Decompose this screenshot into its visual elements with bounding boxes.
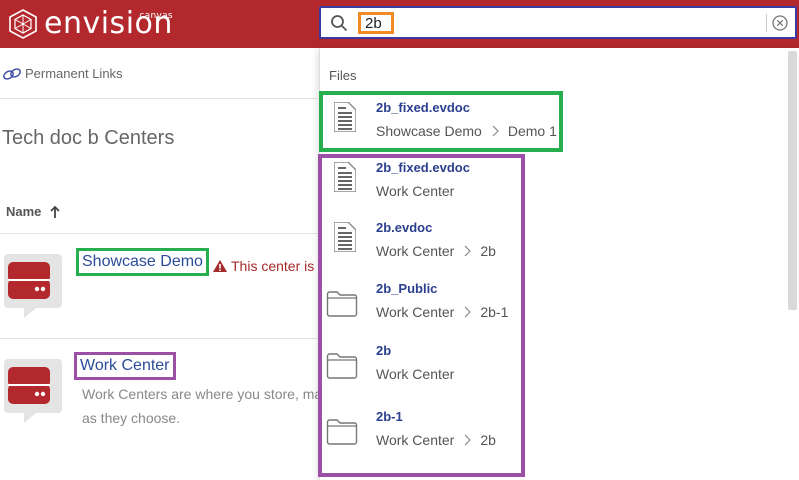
top-bar: envision canvas	[0, 0, 799, 48]
arrow-up-icon	[50, 205, 61, 218]
center-server-icon	[4, 359, 62, 423]
brand-sub: canvas	[139, 11, 173, 21]
center-warning: This center is p	[212, 258, 326, 274]
permanent-links-label: Permanent Links	[25, 66, 123, 81]
page-title: Tech doc b Centers	[2, 127, 175, 149]
brand-name: envision canvas	[44, 9, 173, 39]
warning-triangle-icon	[213, 260, 227, 272]
search-separator	[766, 14, 767, 32]
search-icon	[331, 15, 348, 32]
search-box[interactable]	[319, 6, 797, 39]
center-warning-text: This center is p	[231, 258, 326, 274]
divider	[0, 338, 318, 339]
results-group-heading: Files	[329, 68, 357, 83]
clear-circle-x-icon[interactable]	[771, 14, 789, 32]
center-name-showcase-demo[interactable]: Showcase Demo	[76, 248, 209, 276]
highlight-box-purple	[318, 154, 525, 477]
search-term-highlight	[358, 12, 394, 34]
permanent-links-link[interactable]: Permanent Links	[2, 66, 123, 81]
center-name-work-center[interactable]: Work Center	[74, 352, 176, 380]
highlight-box-green	[319, 91, 563, 152]
divider	[0, 98, 318, 99]
app-window: envision canvas Permanent Links Tech doc…	[0, 0, 799, 480]
name-column-label: Name	[6, 204, 42, 219]
brand-logo[interactable]: envision canvas	[8, 6, 173, 42]
divider	[0, 233, 318, 234]
center-server-icon	[4, 254, 62, 318]
center-description: Work Centers are where you store, ma	[82, 386, 323, 402]
center-description: as they choose.	[82, 410, 181, 426]
name-column-header[interactable]: Name	[6, 204, 61, 219]
search-input[interactable]	[365, 14, 387, 32]
scrollbar[interactable]	[788, 51, 797, 310]
envision-logo-icon	[9, 9, 37, 39]
link-icon	[3, 67, 21, 80]
